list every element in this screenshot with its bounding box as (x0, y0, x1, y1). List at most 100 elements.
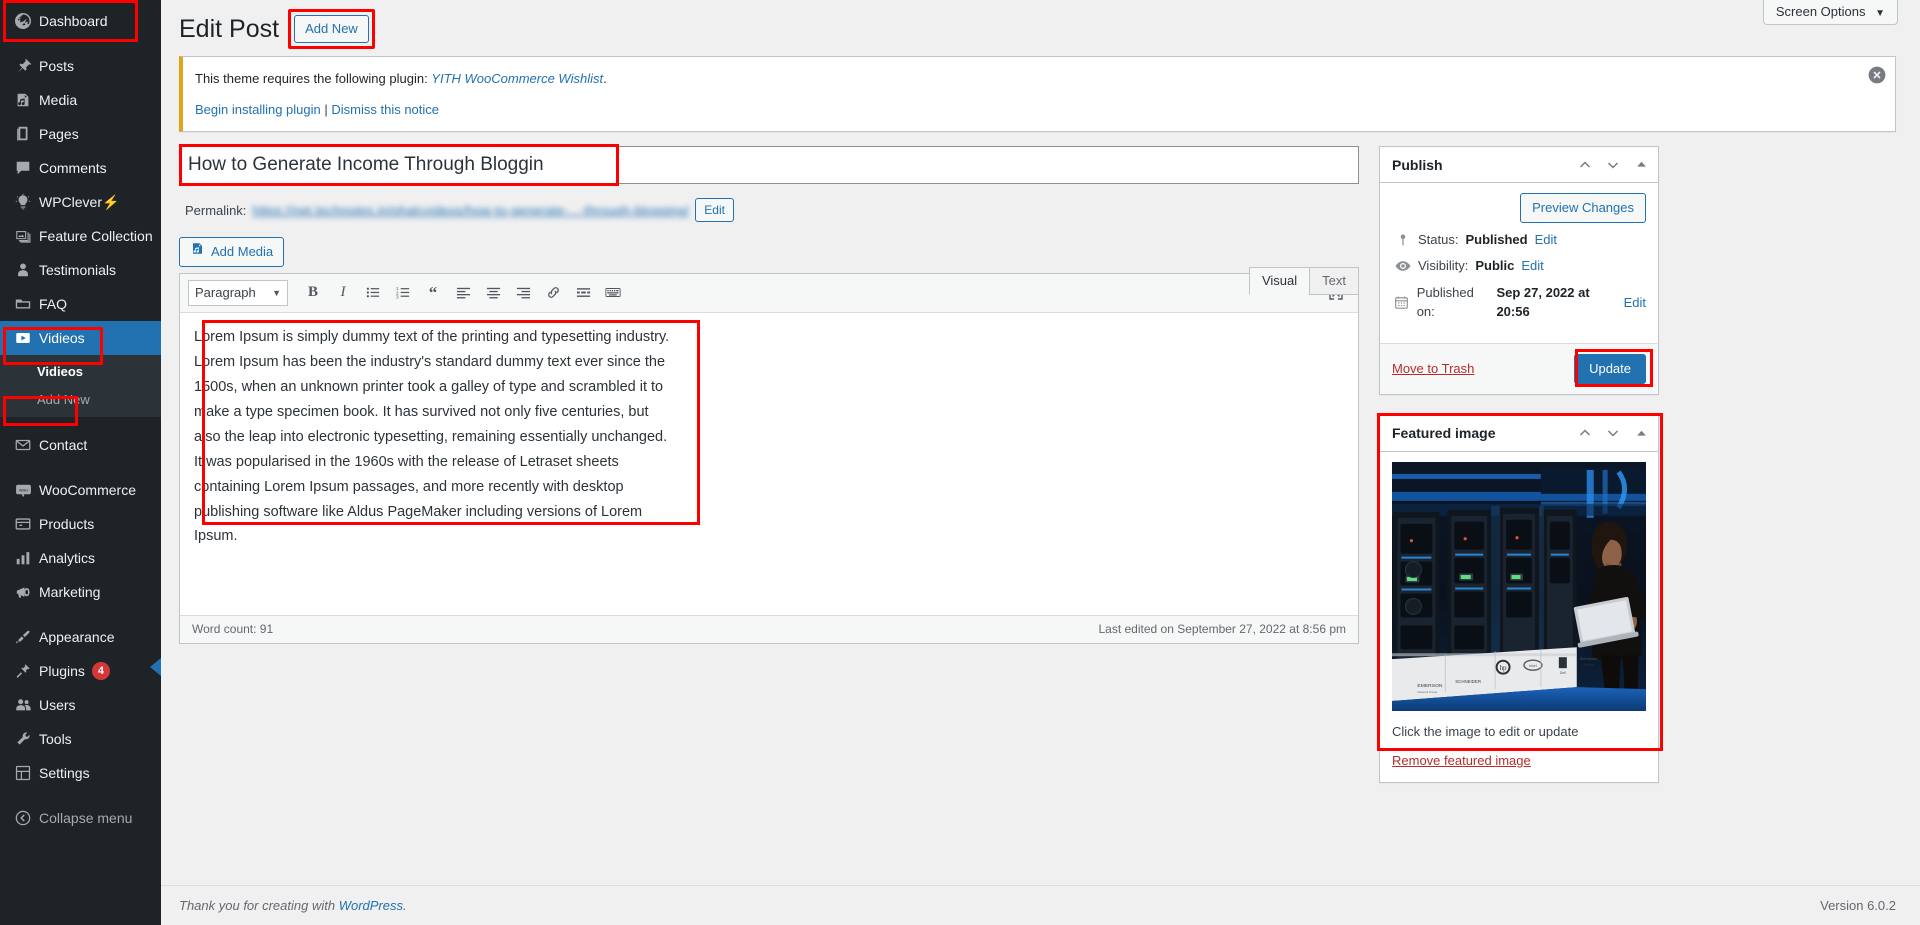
visibility-value: Public (1475, 258, 1515, 274)
bold-icon[interactable]: B (299, 280, 327, 306)
chevron-down-icon[interactable] (1600, 418, 1626, 448)
preview-changes-button[interactable]: Preview Changes (1520, 193, 1646, 223)
featured-image-caption: Click the image to edit or update (1392, 723, 1579, 739)
sidebar-item-media[interactable]: Media (0, 83, 161, 117)
chevron-up-icon[interactable] (1572, 150, 1598, 180)
notice-text-after: . (603, 71, 607, 86)
align-left-icon[interactable] (449, 280, 477, 306)
sidebar-item-posts[interactable]: Posts (0, 49, 161, 83)
sidebar-item-label: Posts (39, 58, 75, 74)
sidebar-item-label: WooCommerce (39, 482, 136, 499)
link-icon[interactable] (539, 280, 567, 306)
dashboard-icon (9, 11, 37, 31)
page-title: Edit Post (179, 14, 280, 43)
editor-area: Add Media Visual Text Paragraph ▼ B I 1 … (179, 237, 1359, 644)
sidebar-item-label: Users (39, 697, 76, 714)
sidebar-item-tools[interactable]: Tools (0, 722, 161, 756)
woo-icon: woo (9, 480, 37, 500)
add-media-button[interactable]: Add Media (179, 237, 285, 267)
paragraph-format-select[interactable]: Paragraph ▼ (188, 279, 288, 306)
footer-thanks-prefix: Thank you for creating with (179, 898, 339, 913)
tab-text[interactable]: Text (1309, 267, 1359, 295)
sidebar-item-plugins[interactable]: Plugins 4 (0, 654, 161, 688)
toggle-panel-icon[interactable] (1628, 418, 1654, 448)
annotation-add-new: Add New (288, 9, 375, 49)
sidebar-item-label: Comments (39, 160, 107, 176)
begin-installing-plugin-link[interactable]: Begin installing plugin (195, 102, 321, 117)
featured-image-thumbnail[interactable]: hp intel Dell Schneider Electric EMERSON… (1392, 461, 1646, 711)
sidebar-item-wpclever[interactable]: WPClever⚡ (0, 185, 161, 219)
svg-text:Dell: Dell (1560, 671, 1566, 675)
screen-options-toggle[interactable]: Screen Options ▼ (1762, 0, 1898, 25)
chevron-down-icon[interactable] (1600, 150, 1626, 180)
post-title-input[interactable] (179, 146, 1359, 184)
align-center-icon[interactable] (479, 280, 507, 306)
move-to-trash-link[interactable]: Move to Trash (1392, 361, 1474, 376)
edit-published-link[interactable]: Edit (1624, 293, 1646, 313)
sidebar-item-vidieos[interactable]: Vidieos (0, 321, 161, 676)
sidebar-item-dashboard[interactable]: Dashboard (0, 4, 161, 38)
collapse-icon (9, 808, 37, 828)
italic-icon[interactable]: I (329, 280, 357, 306)
update-button[interactable]: Update (1574, 353, 1646, 384)
bulleted-list-icon[interactable] (359, 280, 387, 306)
read-more-icon[interactable] (569, 280, 597, 306)
sidebar-item-feature-collection[interactable]: Feature Collection (0, 219, 161, 253)
publish-box-handle-actions (1572, 150, 1654, 180)
align-right-icon[interactable] (509, 280, 537, 306)
plugin-link[interactable]: YITH WooCommerce Wishlist (431, 71, 603, 86)
footer-thanks: Thank you for creating with WordPress. (179, 898, 407, 913)
sidebar-item-label: Collapse menu (39, 810, 133, 827)
sidebar-item-label: FAQ (39, 296, 68, 312)
permalink-url[interactable]: https://net.technotes.in/phalcvideos/how… (252, 203, 689, 218)
page-wrap: Edit Post Add New This theme requires th… (161, 0, 1920, 803)
editor-content-area[interactable]: Lorem Ipsum is simply dummy text of the … (180, 312, 1358, 615)
notice-text: This theme requires the following plugin… (195, 69, 1883, 89)
sidebar-item-testimonials[interactable]: Testimonials (0, 253, 161, 287)
chevron-down-icon: ▼ (1875, 8, 1885, 19)
sidebar-item-marketing[interactable]: Marketing (0, 575, 161, 609)
tab-visual[interactable]: Visual (1248, 267, 1311, 295)
chevron-up-icon[interactable] (1572, 418, 1598, 448)
sidebar-item-analytics[interactable]: Analytics (0, 541, 161, 575)
admin-footer: Thank you for creating with WordPress. V… (161, 885, 1920, 925)
menu-separator (0, 609, 161, 620)
sidebar-subitem-vidieos[interactable]: Vidieos (0, 358, 161, 386)
sidebar-item-products[interactable]: Products (0, 507, 161, 541)
sidebar-item-pages[interactable]: Pages (0, 117, 161, 151)
edit-permalink-button[interactable]: Edit (695, 197, 734, 223)
pages-icon (9, 124, 37, 144)
toggle-panel-icon[interactable] (1628, 150, 1654, 180)
editor-toolbar: Paragraph ▼ B I 123 “ (180, 273, 1358, 313)
sidebar-subitem-add-new[interactable]: Add New (0, 386, 161, 414)
remove-featured-image-link[interactable]: Remove featured image (1392, 753, 1646, 768)
sidebar-item-comments[interactable]: Comments (0, 151, 161, 185)
blockquote-icon[interactable]: “ (419, 280, 447, 306)
add-new-button[interactable]: Add New (294, 15, 369, 43)
toolbar-toggle-icon[interactable] (599, 280, 627, 306)
server-room-photo: hp intel Dell Schneider Electric EMERSON… (1392, 461, 1646, 711)
wordpress-link[interactable]: WordPress (339, 898, 403, 913)
sidebar-item-appearance[interactable]: Appearance (0, 620, 161, 654)
sidebar-item-users[interactable]: Users (0, 688, 161, 722)
notice-text-before: This theme requires the following plugin… (195, 71, 432, 86)
menu-separator (0, 38, 161, 49)
featured-box-title: Featured image (1392, 425, 1496, 442)
users-icon (9, 695, 37, 715)
sidebar-item-faq[interactable]: FAQ (0, 287, 161, 321)
post-body-sidebar: Publish Preview Changes Status: Publishe… (1377, 146, 1663, 803)
close-icon[interactable] (1867, 65, 1887, 85)
edit-status-link[interactable]: Edit (1535, 230, 1557, 250)
sidebar-item-settings[interactable]: Settings (0, 756, 161, 790)
sidebar-item-woocommerce[interactable]: woo WooCommerce (0, 473, 161, 507)
format-select-label: Paragraph (195, 285, 256, 301)
sidebar-item-collapse-menu[interactable]: Collapse menu (0, 801, 161, 835)
sidebar-item-label: Tools (39, 731, 72, 748)
title-wrap (179, 144, 1359, 186)
notice-separator: | (320, 101, 332, 117)
sidebar-item-contact[interactable]: Contact (0, 428, 161, 462)
dismiss-notice-link[interactable]: Dismiss this notice (331, 102, 439, 117)
status-row: Status: Published Edit (1392, 223, 1646, 250)
edit-visibility-link[interactable]: Edit (1521, 256, 1543, 276)
numbered-list-icon[interactable]: 123 (389, 280, 417, 306)
